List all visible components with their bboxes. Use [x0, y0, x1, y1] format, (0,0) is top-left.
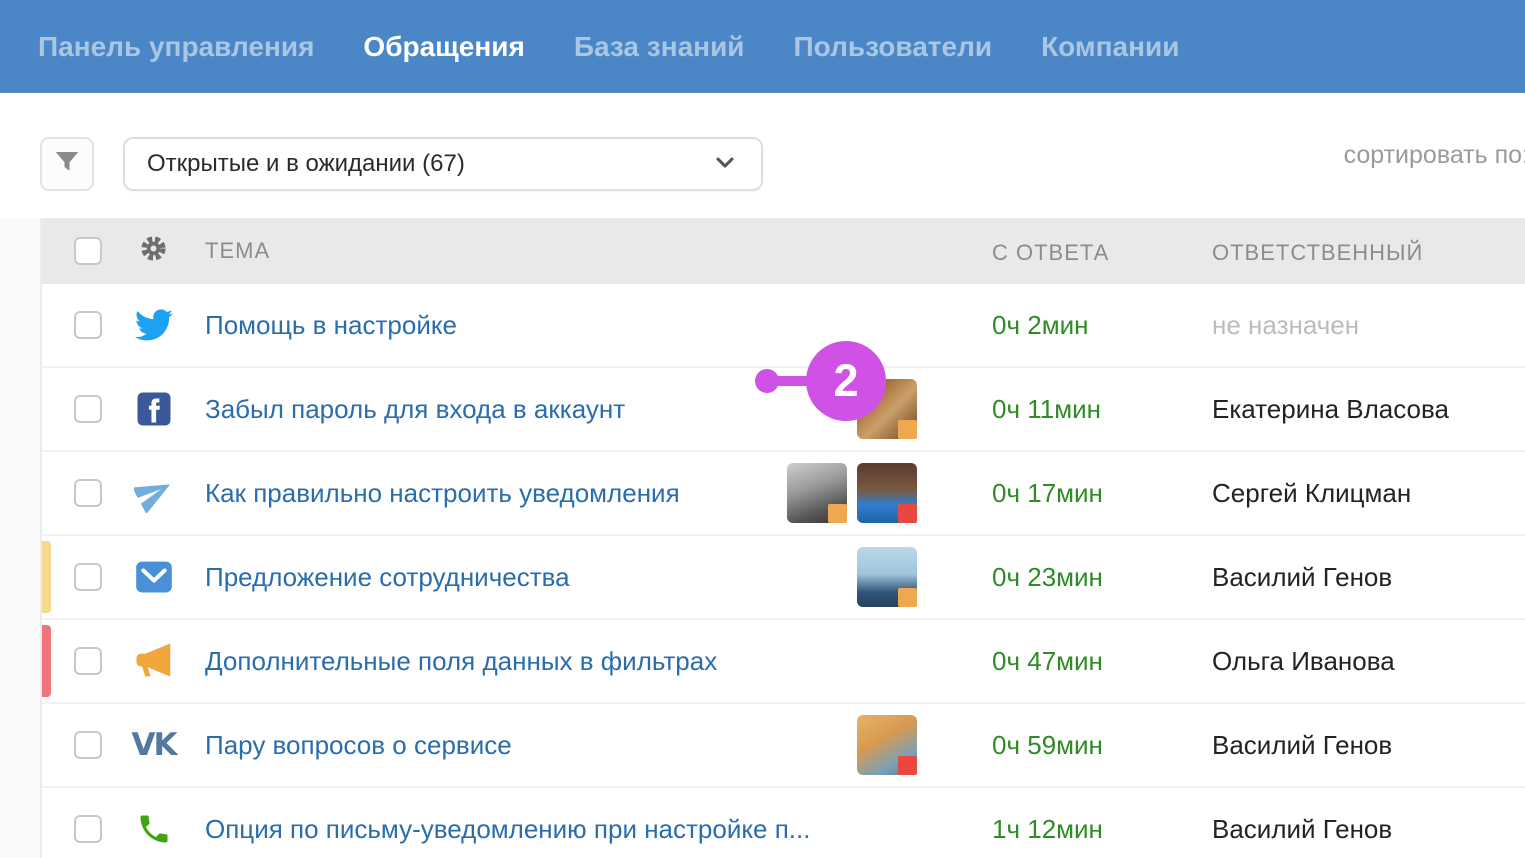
nav-tab-item[interactable]: Панель управления: [38, 31, 314, 63]
since-reply-time: 0ч 59мин: [952, 730, 1172, 761]
tickets-table: ТЕМА С ОТВЕТА ОТВЕТСТВЕННЫЙ Помощь в нас…: [40, 218, 1525, 858]
chevron-down-icon: [711, 148, 739, 181]
nav-tab-item[interactable]: Пользователи: [794, 31, 993, 63]
responsible-name: не назначен: [1172, 310, 1525, 341]
table-row[interactable]: Дополнительные поля данных в фильтрах 0ч …: [42, 620, 1525, 704]
avatar-group: [787, 463, 917, 523]
avatar-group: [857, 547, 917, 607]
nav-tab-item[interactable]: База знаний: [574, 31, 745, 63]
nav-tab-item[interactable]: Компании: [1041, 31, 1179, 63]
status-filter-value: Открытые и в ожидании (67): [147, 150, 711, 178]
filter-button[interactable]: [40, 137, 94, 191]
avatar: [857, 715, 917, 775]
row-checkbox[interactable]: [74, 395, 102, 423]
twitter-icon: [135, 306, 173, 344]
sort-by-label: сортировать по:: [1344, 141, 1525, 170]
telegram-icon: [134, 473, 174, 513]
header-responsible[interactable]: ОТВЕТСТВЕННЫЙ: [1212, 240, 1423, 265]
table-row[interactable]: VK Пару вопросов о сервисе 0ч 59минВасилий…: [42, 704, 1525, 788]
row-checkbox[interactable]: [74, 647, 102, 675]
ticket-subject-link[interactable]: Дополнительные поля данных в фильтрах: [205, 646, 717, 677]
status-filter-dropdown[interactable]: Открытые и в ожидании (67): [123, 137, 763, 191]
responsible-name: Василий Генов: [1172, 730, 1525, 761]
row-checkbox[interactable]: [74, 815, 102, 843]
nav-tab-active[interactable]: Обращения: [363, 31, 524, 63]
row-checkbox[interactable]: [74, 311, 102, 339]
responsible-name: Сергей Клицман: [1172, 478, 1525, 509]
top-nav: Панель управления Обращения База знаний Пол…: [0, 0, 1525, 93]
table-row[interactable]: Забыл пароль для входа в аккаунт 0ч 11мин…: [42, 368, 1525, 452]
responsible-name: Василий Генов: [1172, 814, 1525, 845]
ticket-subject-link[interactable]: Предложение сотрудничества: [205, 562, 570, 593]
ticket-subject-link[interactable]: Опция по письму-уведомлению при настройк…: [205, 814, 810, 845]
avatar: [787, 463, 847, 523]
phone-icon: [136, 811, 172, 847]
avatar: [857, 463, 917, 523]
status-badge: [898, 588, 917, 607]
email-icon: [135, 560, 173, 594]
status-badge: [898, 756, 917, 775]
table-row[interactable]: Опция по письму-уведомлению при настройк…: [42, 788, 1525, 858]
responsible-name: Екатерина Власова: [1172, 394, 1525, 425]
since-reply-time: 0ч 11мин: [952, 394, 1172, 425]
row-checkbox[interactable]: [74, 731, 102, 759]
avatar: [857, 379, 917, 439]
since-reply-time: 0ч 47мин: [952, 646, 1172, 677]
status-badge: [898, 420, 917, 439]
avatar-group: [857, 715, 917, 775]
status-badge: [898, 504, 917, 523]
responsible-name: Василий Генов: [1172, 562, 1525, 593]
facebook-icon: [136, 391, 172, 427]
since-reply-time: 0ч 2мин: [952, 310, 1172, 341]
table-row[interactable]: Предложение сотрудничества 0ч 23минВасили…: [42, 536, 1525, 620]
priority-stripe-red: [42, 625, 51, 697]
status-badge: [828, 504, 847, 523]
avatar: [857, 547, 917, 607]
header-since-reply[interactable]: С ОТВЕТА: [992, 240, 1109, 265]
table-row[interactable]: Как правильно настроить уведомления 0ч 17…: [42, 452, 1525, 536]
megaphone-icon: [134, 642, 174, 680]
ticket-subject-link[interactable]: Пару вопросов о сервисе: [205, 730, 512, 761]
ticket-subject-link[interactable]: Как правильно настроить уведомления: [205, 478, 680, 509]
ticket-subject-link[interactable]: Забыл пароль для входа в аккаунт: [205, 394, 625, 425]
row-checkbox[interactable]: [74, 479, 102, 507]
responsible-name: Ольга Иванова: [1172, 646, 1525, 677]
header-subject[interactable]: ТЕМА: [205, 238, 270, 264]
priority-stripe-yellow: [42, 541, 51, 613]
avatar-group: [857, 379, 917, 439]
since-reply-time: 1ч 12мин: [952, 814, 1172, 845]
gear-icon[interactable]: [138, 233, 169, 269]
table-row[interactable]: Помощь в настройке 0ч 2минне назначен: [42, 284, 1525, 368]
since-reply-time: 0ч 17мин: [952, 478, 1172, 509]
filter-funnel-icon: [52, 147, 82, 182]
vk-icon: VK: [131, 727, 175, 763]
toolbar: Открытые и в ожидании (67) сортировать п…: [0, 93, 1525, 218]
since-reply-time: 0ч 23мин: [952, 562, 1172, 593]
ticket-subject-link[interactable]: Помощь в настройке: [205, 310, 457, 341]
row-checkbox[interactable]: [74, 563, 102, 591]
table-header-row: ТЕМА С ОТВЕТА ОТВЕТСТВЕННЫЙ: [42, 218, 1525, 284]
select-all-checkbox[interactable]: [74, 237, 102, 265]
